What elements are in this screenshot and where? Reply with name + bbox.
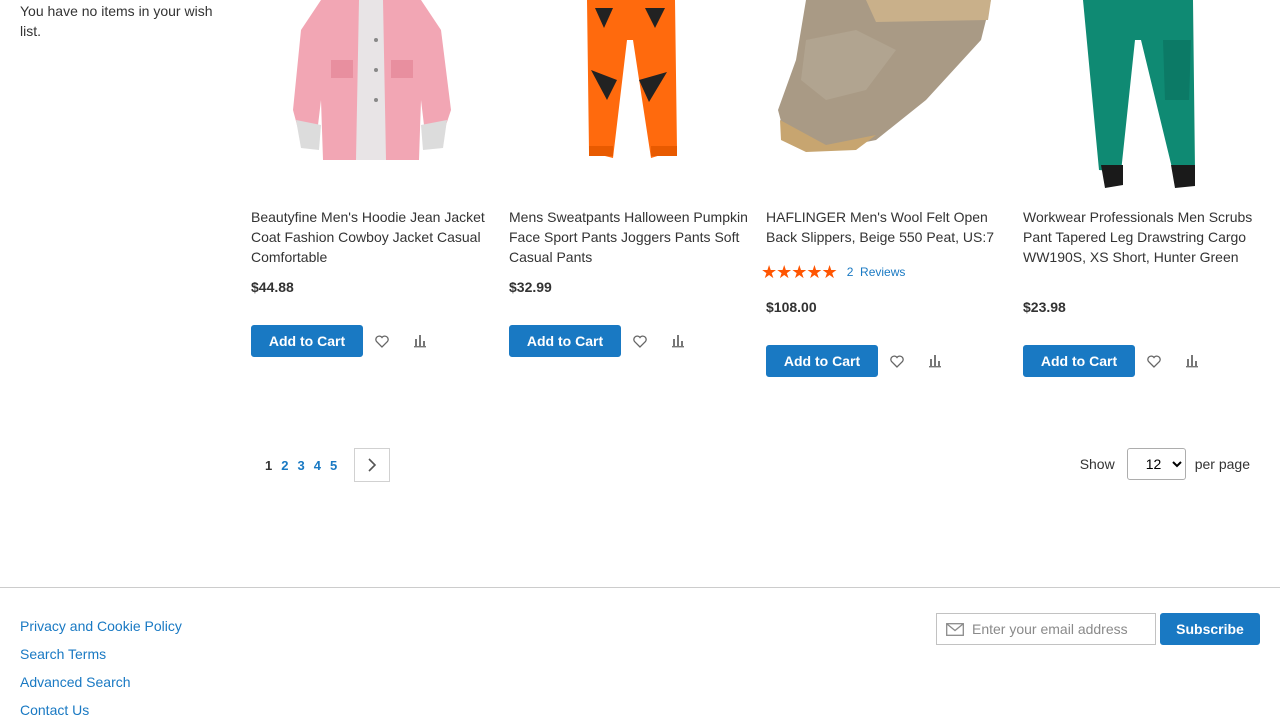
footer-links: Privacy and Cookie Policy Search Terms A…	[20, 612, 182, 720]
product-name-link[interactable]: Mens Sweatpants Halloween Pumpkin Face S…	[509, 207, 754, 267]
product-name-link[interactable]: HAFLINGER Men's Wool Felt Open Back Slip…	[766, 207, 1011, 247]
newsletter-email-input[interactable]	[972, 621, 1152, 637]
per-page-limiter: Show 12 per page	[1080, 448, 1250, 480]
add-to-cart-button[interactable]: Add to Cart	[1023, 345, 1135, 377]
product-rating: ★★★★★ 2 Reviews	[761, 262, 905, 282]
compare-icon[interactable]	[924, 350, 946, 372]
rating-stars: ★★★★★	[761, 262, 838, 282]
per-page-label: per page	[1194, 456, 1250, 472]
add-to-cart-button[interactable]: Add to Cart	[251, 325, 363, 357]
page-2-link[interactable]: 2	[281, 449, 288, 482]
per-page-select[interactable]: 12	[1126, 448, 1186, 480]
felt-slipper-image	[778, 0, 991, 152]
compare-icon[interactable]	[1181, 350, 1203, 372]
pink-jacket-image	[293, 0, 451, 160]
wishlist-heart-icon[interactable]	[886, 350, 908, 372]
product-price: $108.00	[766, 299, 817, 315]
wishlist-empty-message: You have no items in your wish list.	[20, 3, 213, 39]
subscribe-button[interactable]: Subscribe	[1160, 613, 1260, 645]
product-price: $32.99	[509, 279, 552, 295]
wishlist-heart-icon[interactable]	[629, 330, 651, 352]
wishlist-heart-icon[interactable]	[371, 330, 393, 352]
product-name-link[interactable]: Workwear Professionals Men Scrubs Pant T…	[1023, 207, 1268, 267]
footer-link-advanced-search[interactable]: Advanced Search	[20, 674, 131, 690]
product-price: $23.98	[1023, 299, 1066, 315]
product-image-link[interactable]	[509, 0, 749, 195]
pagination: 1 2 3 4 5	[265, 448, 391, 482]
envelope-icon	[946, 622, 964, 636]
show-label: Show	[1079, 456, 1115, 472]
product-image-link[interactable]	[766, 0, 1006, 195]
newsletter-form: Subscribe	[936, 613, 1260, 645]
orange-pumpkin-pants-image	[587, 0, 677, 158]
page-5-link[interactable]: 5	[330, 449, 337, 482]
next-page-button[interactable]	[354, 448, 391, 482]
product-name-link[interactable]: Beautyfine Men's Hoodie Jean Jacket Coat…	[251, 207, 496, 267]
page-3-link[interactable]: 3	[297, 449, 304, 482]
footer-link-contact[interactable]: Contact Us	[20, 702, 89, 718]
chevron-right-icon	[368, 458, 377, 472]
footer-link-search-terms[interactable]: Search Terms	[20, 646, 106, 662]
footer-divider	[0, 587, 1280, 588]
reviews-link[interactable]: 2 Reviews	[847, 265, 906, 279]
product-price: $44.88	[251, 279, 294, 295]
product-image-link[interactable]	[251, 0, 491, 195]
compare-icon[interactable]	[667, 330, 689, 352]
newsletter-field	[936, 613, 1156, 645]
green-scrub-pants-image	[1083, 0, 1195, 188]
page-1-current: 1	[265, 457, 273, 473]
add-to-cart-button[interactable]: Add to Cart	[509, 325, 621, 357]
compare-icon[interactable]	[409, 330, 431, 352]
product-image-link[interactable]	[1023, 0, 1263, 195]
footer-link-privacy[interactable]: Privacy and Cookie Policy	[20, 618, 182, 634]
wishlist-heart-icon[interactable]	[1143, 350, 1165, 372]
add-to-cart-button[interactable]: Add to Cart	[766, 345, 878, 377]
page-4-link[interactable]: 4	[314, 449, 321, 482]
